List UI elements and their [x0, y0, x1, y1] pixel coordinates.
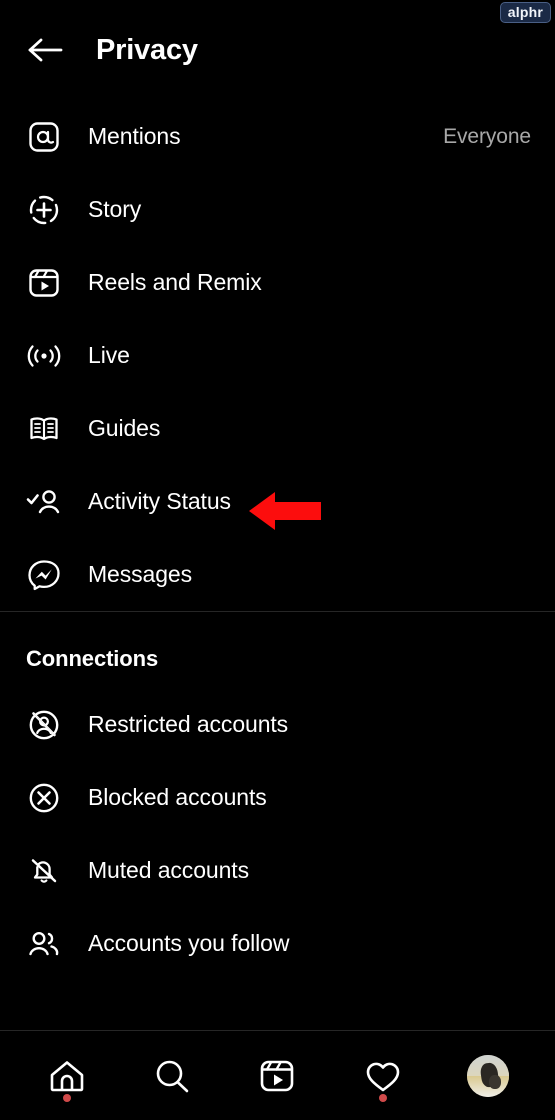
privacy-settings-list: Mentions Everyone Story Reels and Remix: [0, 100, 555, 980]
list-item-label: Live: [88, 342, 130, 368]
list-item-muted-accounts[interactable]: Muted accounts: [0, 834, 555, 907]
mentions-value: Everyone: [443, 124, 531, 148]
messenger-icon: [16, 558, 72, 592]
list-item-label: Blocked accounts: [88, 784, 267, 810]
guides-book-icon: [16, 412, 72, 446]
list-item-blocked-accounts[interactable]: Blocked accounts: [0, 761, 555, 834]
bottom-navigation-bar: [0, 1031, 555, 1120]
page-title: Privacy: [96, 33, 198, 66]
nav-reels[interactable]: [245, 1044, 309, 1108]
activity-notification-dot: [378, 1093, 387, 1102]
mention-at-icon: [16, 120, 72, 154]
alphr-watermark: alphr: [499, 2, 551, 23]
heart-icon: [366, 1062, 400, 1091]
list-item-activity-status[interactable]: Activity Status: [0, 465, 555, 538]
nav-profile[interactable]: [456, 1044, 520, 1108]
nav-search[interactable]: [140, 1044, 204, 1108]
list-item-reels-and-remix[interactable]: Reels and Remix: [0, 246, 555, 319]
live-broadcast-icon: [16, 341, 72, 371]
list-item-label: Accounts you follow: [88, 930, 290, 956]
list-item-label: Guides: [88, 415, 161, 441]
page-header: Privacy: [0, 0, 555, 100]
list-item-label: Story: [88, 196, 142, 222]
list-item-messages[interactable]: Messages: [0, 538, 555, 611]
home-icon: [50, 1060, 83, 1091]
story-plus-icon: [16, 193, 72, 227]
list-item-label: Messages: [88, 561, 193, 587]
home-notification-dot: [62, 1093, 71, 1102]
muted-bell-icon: [16, 854, 72, 888]
list-item-label: Activity Status: [88, 488, 231, 514]
accounts-you-follow-icon: [16, 928, 72, 960]
list-item-story[interactable]: Story: [0, 173, 555, 246]
avatar-subject-secondary: [489, 1074, 501, 1089]
reels-icon: [261, 1060, 294, 1091]
search-icon: [156, 1060, 189, 1092]
nav-activity[interactable]: [351, 1044, 415, 1108]
list-item-live[interactable]: Live: [0, 319, 555, 392]
back-button[interactable]: [16, 21, 74, 79]
list-item-label: Mentions: [88, 123, 181, 149]
restricted-account-icon: [16, 708, 72, 742]
list-item-label: Reels and Remix: [88, 269, 262, 295]
arrow-left-icon: [28, 38, 63, 62]
nav-home[interactable]: [35, 1044, 99, 1108]
list-item-mentions[interactable]: Mentions Everyone: [0, 100, 555, 173]
activity-status-icon: [16, 486, 72, 518]
blocked-account-icon: [16, 781, 72, 815]
section-heading-connections: Connections: [26, 646, 159, 671]
list-item-label: Muted accounts: [88, 857, 249, 883]
reels-icon: [16, 266, 72, 300]
list-item-label: Restricted accounts: [88, 711, 289, 737]
list-item-accounts-you-follow[interactable]: Accounts you follow: [0, 907, 555, 980]
list-item-guides[interactable]: Guides: [0, 392, 555, 465]
list-item-restricted-accounts[interactable]: Restricted accounts: [0, 688, 555, 761]
avatar: [467, 1054, 510, 1097]
